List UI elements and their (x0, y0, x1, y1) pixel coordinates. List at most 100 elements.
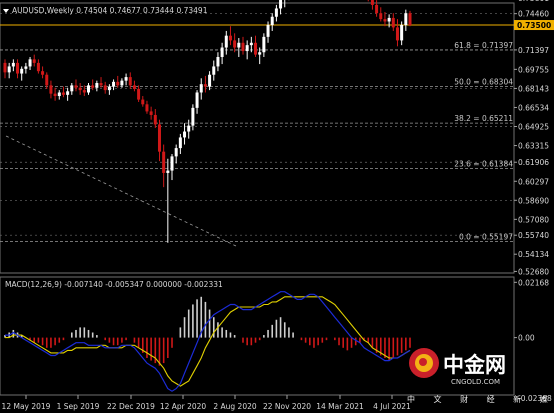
candle-body (145, 104, 149, 112)
candle-body (166, 170, 170, 173)
candle-body (178, 137, 182, 149)
candle-body (128, 77, 132, 86)
candle-body (216, 56, 220, 67)
candle-body (195, 92, 199, 108)
candle-body (45, 74, 49, 86)
candle-body (266, 25, 270, 37)
fib-label: 61.8 = 0.71397 (454, 41, 513, 50)
time-tick-label: 2 Aug 2020 (213, 402, 256, 411)
fib-label: 0.0 = 0.55197 (459, 233, 513, 242)
candle-body (233, 40, 237, 48)
candle-body (183, 131, 187, 138)
candle-body (70, 85, 74, 92)
candle-body (245, 45, 249, 52)
candle-body (408, 13, 412, 26)
candle-body (120, 80, 124, 86)
candle-body (28, 59, 32, 67)
watermark-logo-core-icon (419, 358, 427, 366)
time-tick-label: 22 Dec 2019 (107, 402, 155, 411)
price-tick-label: 0.68143 (518, 84, 549, 93)
fib-label: 38.2 = 0.65211 (454, 114, 513, 123)
candle-body (270, 16, 274, 26)
candle-body (191, 107, 195, 126)
time-tick-label: 1 Sep 2019 (57, 402, 100, 411)
candle-body (203, 84, 207, 87)
price-tick-label: 0.52680 (518, 267, 549, 276)
candle-body (208, 74, 212, 87)
candle-body (36, 62, 40, 72)
price-tick-label: 0.61906 (518, 158, 549, 167)
candle-body (24, 66, 28, 69)
price-tick-label: 0.71397 (518, 46, 549, 55)
candle-body (103, 85, 107, 91)
candle-body (16, 62, 20, 74)
candle-body (137, 88, 141, 100)
candle-body (249, 42, 253, 46)
watermark-title: 中金网 (443, 353, 506, 377)
candle-body (132, 85, 136, 89)
watermark-slogan: 中 文 财 经 新 媒 体 (407, 394, 554, 404)
fib-label: 50.0 = 0.68304 (454, 78, 513, 87)
candle-body (157, 124, 161, 152)
candle-body (387, 17, 391, 22)
candle-body (375, 4, 379, 14)
candle-body (91, 85, 95, 88)
candle-body (153, 114, 157, 125)
chart-background (0, 0, 554, 413)
time-tick-label: 12 May 2019 (2, 402, 51, 411)
time-tick-label: 14 Mar 2021 (316, 402, 364, 411)
candle-body (395, 27, 399, 41)
price-tick-label: 0.60297 (518, 177, 549, 186)
price-level-tag-label: 0.73500 (517, 21, 551, 30)
price-tick-label: 0.74460 (518, 10, 549, 19)
price-tick-label: 0.69755 (518, 65, 549, 74)
candle-body (20, 68, 24, 74)
time-tick-label: 22 Nov 2020 (263, 402, 311, 411)
chart-canvas: 100.0 = 0.8141078.6 = 0.7580161.8 = 0.71… (0, 0, 554, 413)
candle-body (224, 35, 228, 48)
candle-body (404, 13, 408, 26)
candle-body (107, 86, 111, 91)
candle-body (82, 90, 86, 93)
candle-body (66, 91, 70, 95)
candle-body (170, 156, 174, 171)
candle-body (274, 8, 278, 17)
price-tick-label: 0.57080 (518, 215, 549, 224)
candle-body (3, 62, 7, 73)
candle-body (400, 25, 404, 41)
price-tick-label: 0.75801 (518, 0, 549, 3)
price-tick-label: 0.58690 (518, 196, 549, 205)
candle-body (57, 92, 61, 97)
candle-body (187, 125, 191, 132)
candle-body (370, 0, 374, 5)
candle-body (99, 83, 103, 86)
candle-body (199, 84, 203, 93)
candle-body (379, 13, 383, 20)
price-tick-label: 0.54134 (518, 250, 549, 259)
candle-body (149, 111, 153, 115)
candle-body (11, 62, 15, 67)
candle-body (254, 42, 258, 55)
candle-body (258, 52, 262, 55)
candle-body (87, 85, 91, 93)
candle-body (241, 42, 245, 52)
candle-body (61, 92, 65, 95)
watermark-domain: CNGOLD.COM (451, 378, 500, 386)
candle-body (279, 0, 283, 9)
candle-body (174, 148, 178, 157)
candle-body (7, 66, 11, 73)
candle-body (220, 47, 224, 57)
candle-body (112, 81, 116, 87)
candle-body (116, 81, 120, 86)
macd-tick-label: 0.00 (518, 334, 535, 343)
price-tick-label: 0.55740 (518, 231, 549, 240)
candle-body (391, 17, 395, 28)
macd-tick-label: 0.02168 (518, 278, 549, 287)
candle-body (95, 83, 99, 88)
price-tick-label: 0.66534 (518, 103, 549, 112)
candle-body (53, 93, 57, 97)
candle-body (262, 36, 266, 53)
fib-label: 23.6 = 0.61384 (454, 159, 513, 168)
candle-body (78, 87, 82, 91)
candle-body (32, 59, 36, 63)
